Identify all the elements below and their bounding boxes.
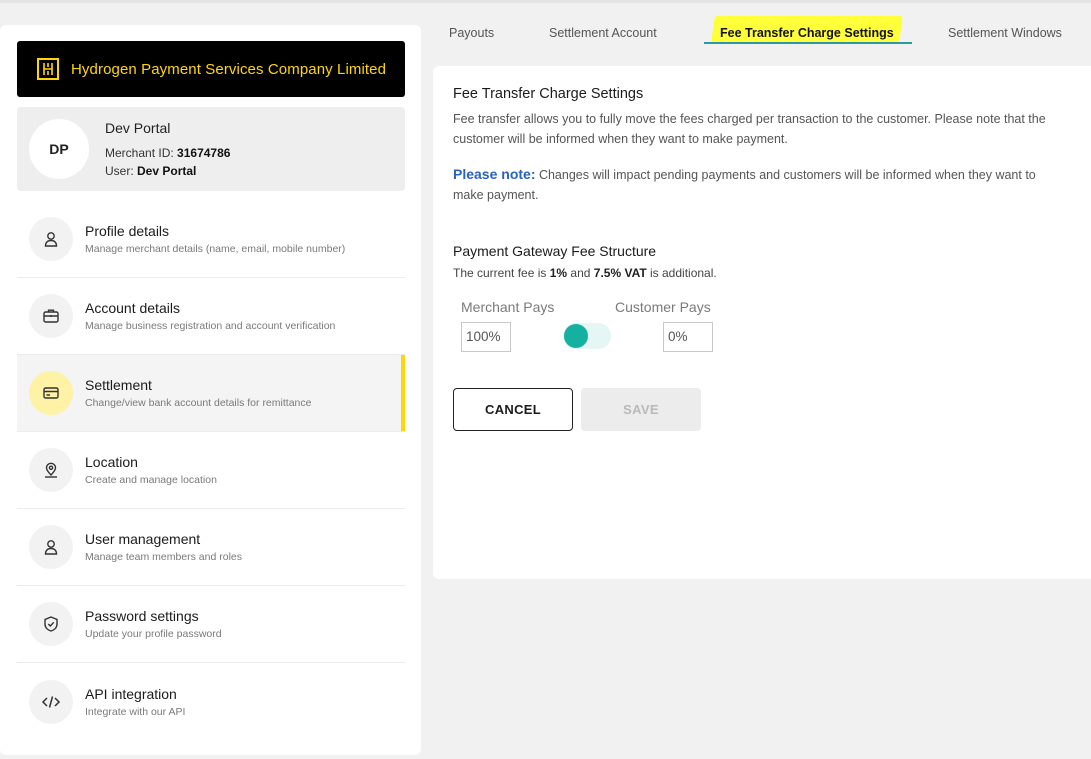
merchant-pays-label: Merchant Pays: [461, 299, 555, 315]
merchant-id-label: Merchant ID:: [105, 146, 174, 160]
fee-settings-card: Fee Transfer Charge Settings Fee transfe…: [433, 66, 1091, 579]
fee-vat: 7.5% VAT: [593, 266, 647, 280]
settings-menu: Profile details Manage merchant details …: [17, 201, 405, 740]
merchant-pays-field[interactable]: 100%: [461, 322, 511, 352]
user-info: User: Dev Portal: [105, 164, 196, 178]
top-border: [0, 0, 1091, 3]
menu-item-password-settings[interactable]: Password settings Update your profile pa…: [17, 586, 405, 663]
section-description: Fee transfer allows you to fully move th…: [453, 112, 1046, 146]
menu-subtitle: Integrate with our API: [85, 705, 186, 718]
settings-sidebar: Hydrogen Payment Services Company Limite…: [0, 25, 421, 755]
tab-settlement-account[interactable]: Settlement Account: [549, 26, 657, 40]
menu-subtitle: Manage merchant details (name, email, mo…: [85, 243, 346, 255]
code-icon: [29, 679, 73, 724]
menu-item-user-management[interactable]: User management Manage team members and …: [17, 509, 405, 586]
merchant-id-value: 31674786: [177, 146, 231, 160]
fee-percent: 1%: [549, 266, 568, 280]
fee-suffix: is additional.: [646, 266, 717, 280]
note-text: Changes will impact pending payments and…: [453, 168, 1036, 202]
company-banner: Hydrogen Payment Services Company Limite…: [17, 41, 405, 97]
company-name: Hydrogen Payment Services Company Limite…: [71, 60, 387, 78]
user-icon: [29, 525, 73, 569]
menu-title: API integration: [85, 685, 177, 702]
menu-subtitle: Manage business registration and account…: [85, 320, 336, 332]
note-label: Please note:: [453, 166, 536, 182]
menu-item-settlement[interactable]: Settlement Change/view bank account deta…: [17, 355, 405, 432]
customer-pays-field[interactable]: 0%: [663, 322, 713, 352]
profile-name: Dev Portal: [105, 120, 171, 136]
profile-card: DP Dev Portal Merchant ID: 31674786 User…: [17, 107, 405, 191]
location-pin-icon: [29, 448, 73, 492]
briefcase-icon: [29, 294, 73, 338]
menu-title: User management: [85, 531, 201, 547]
menu-item-account-details[interactable]: Account details Manage business registra…: [17, 278, 405, 355]
tab-payouts[interactable]: Payouts: [449, 26, 494, 40]
settlement-tabs: Payouts Settlement Account Fee Transfer …: [433, 16, 1091, 46]
menu-subtitle: Manage team members and roles: [85, 551, 242, 563]
menu-item-api-integration[interactable]: API integration Integrate with our API: [17, 663, 405, 740]
card-icon: [29, 371, 73, 415]
toggle-knob: [564, 324, 588, 348]
fee-prefix: The current fee is: [453, 266, 550, 280]
section-title: Fee Transfer Charge Settings: [453, 86, 644, 102]
save-button[interactable]: SAVE: [581, 388, 701, 431]
fee-transfer-toggle[interactable]: [563, 323, 611, 349]
menu-title: Password settings: [85, 608, 199, 624]
fee-structure-title: Payment Gateway Fee Structure: [453, 243, 657, 259]
user-value: Dev Portal: [137, 164, 197, 178]
merchant-id: Merchant ID: 31674786: [105, 146, 230, 160]
note: Please note: Changes will impact pending…: [453, 164, 1063, 205]
tab-fee-transfer-charge-settings[interactable]: Fee Transfer Charge Settings: [720, 26, 894, 40]
fee-and: and: [567, 266, 594, 280]
menu-subtitle: Create and manage location: [85, 474, 217, 486]
hydrogen-logo-icon: [37, 58, 59, 80]
user-icon: [29, 217, 73, 261]
avatar: DP: [29, 119, 89, 179]
menu-item-profile-details[interactable]: Profile details Manage merchant details …: [17, 201, 405, 278]
menu-title: Settlement: [85, 377, 152, 393]
shield-check-icon: [29, 602, 73, 646]
menu-title: Profile details: [85, 223, 170, 239]
active-tab-underline: [704, 42, 912, 44]
user-label: User:: [105, 164, 134, 178]
menu-title: Account details: [85, 300, 180, 316]
menu-title: Location: [85, 454, 138, 470]
menu-item-location[interactable]: Location Create and manage location: [17, 432, 405, 509]
menu-subtitle: Update your profile password: [85, 628, 222, 640]
tab-settlement-windows[interactable]: Settlement Windows: [948, 26, 1062, 40]
menu-subtitle: Change/view bank account details for rem…: [85, 397, 312, 409]
cancel-button[interactable]: CANCEL: [453, 388, 573, 431]
customer-pays-label: Customer Pays: [615, 299, 711, 315]
fee-structure-line: The current fee is 1% and 7.5% VAT is ad…: [453, 266, 717, 280]
